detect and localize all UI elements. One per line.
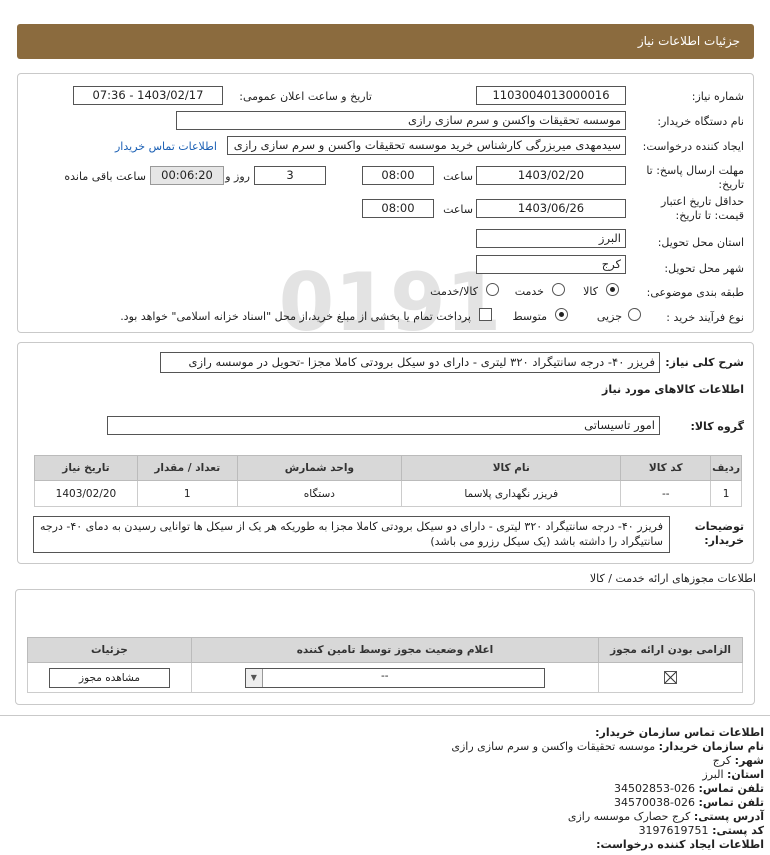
contact-phone-value: 026-34570038	[614, 796, 696, 809]
category-both-radio[interactable]	[486, 283, 499, 296]
remaining-time-field: 00:06:20	[150, 166, 224, 185]
goods-group-field: امور تاسیساتی	[107, 416, 660, 435]
province-field: البرز	[476, 229, 626, 248]
category-label: طبقه بندی موضوعی:	[646, 286, 744, 299]
deadline-time-label: ساعت	[443, 170, 473, 183]
page-title: جزئیات اطلاعات نیاز	[637, 34, 740, 48]
need-summary-field: فریزر ۴۰- درجه سانتیگراد ۳۲۰ لیتری - دار…	[160, 352, 660, 373]
col-qty: تعداد / مقدار	[136, 455, 238, 481]
days-field: 3	[254, 166, 326, 185]
contact-province-label: استان:	[727, 768, 764, 781]
col-date: تاریخ نیاز	[34, 455, 138, 481]
buyer-notes-field: فریزر ۴۰- درجه سانتیگراد ۳۲۰ لیتری - دار…	[33, 516, 670, 553]
category-goods-radio[interactable]	[606, 283, 619, 296]
cell-qty: 1	[136, 480, 238, 507]
creator-label: ایجاد کننده درخواست:	[642, 140, 744, 153]
contact-province-value: البرز	[702, 768, 724, 781]
contact-address-row: آدرس پستی: کرج حصارک موسسه رازی	[568, 810, 764, 823]
treasury-payment-checkbox[interactable]	[479, 308, 492, 321]
cell-code: --	[620, 480, 712, 507]
col-row: ردیف	[710, 455, 742, 481]
contact-province-row: استان: البرز	[702, 768, 764, 781]
validity-label: حداقل تاریخ اعتبار قیمت: تا تاریخ:	[660, 195, 744, 222]
process-medium-label: متوسط	[512, 310, 547, 323]
days-label: روز و	[225, 170, 250, 183]
contact-address-label: آدرس پستی:	[693, 810, 764, 823]
contact-fax-row: تلفن تماس: 026-34502853	[614, 782, 764, 795]
col-permit-status: اعلام وضعیت مجوز توسط تامین کننده	[190, 637, 600, 663]
permit-required-cell	[598, 662, 743, 693]
contact-info-link[interactable]: اطلاعات تماس خریدار	[115, 140, 217, 153]
contact-fax-value: 026-34502853	[614, 782, 696, 795]
goods-info-title: اطلاعات کالاهای مورد نیاز	[602, 383, 744, 396]
category-service-label: خدمت	[514, 285, 544, 298]
cell-row: 1	[710, 480, 742, 507]
province-label: استان محل تحویل:	[657, 236, 744, 249]
need-number-label: شماره نیاز:	[691, 90, 744, 103]
page-title-bar: جزئیات اطلاعات نیاز	[17, 24, 754, 59]
col-unit: واحد شمارش	[236, 455, 403, 481]
permit-required-checkbox	[664, 671, 678, 684]
need-number-field: 1103004013000016	[476, 86, 626, 105]
buyer-org-label: نام دستگاه خریدار:	[657, 115, 744, 128]
permits-table: الزامی بودن ارائه مجوز اعلام وضعیت مجوز …	[27, 637, 743, 693]
contact-postal-row: کد پستی: 3197619751	[639, 824, 764, 837]
validity-date-field: 1403/06/26	[476, 199, 626, 218]
deadline-time-field: 08:00	[362, 166, 434, 185]
table-row: ▼ -- مشاهده مجوز	[27, 662, 743, 693]
contact-org-value: موسسه تحقیقات واکسن و سرم سازی رازی	[451, 740, 656, 753]
contact-org-row: نام سازمان خریدار: موسسه تحقیقات واکسن و…	[451, 740, 764, 753]
table-row: 1 -- فریزر نگهداری پلاسما دستگاه 1 1403/…	[34, 480, 742, 507]
permits-title: اطلاعات مجوزهای ارائه خدمت / کالا	[589, 572, 756, 585]
permit-status-cell: ▼ --	[190, 662, 600, 693]
buyer-notes-label: توضیحات خریدار:	[694, 520, 744, 547]
creator-field: سیدمهدی میربزرگی کارشناس خرید موسسه تحقی…	[227, 136, 626, 155]
cell-unit: دستگاه	[236, 480, 403, 507]
view-permit-button[interactable]: مشاهده مجوز	[49, 668, 170, 688]
contact-phone-label: تلفن تماس:	[698, 796, 764, 809]
process-partial-radio[interactable]	[628, 308, 641, 321]
permit-status-select[interactable]: ▼ --	[244, 668, 545, 688]
validity-time-field: 08:00	[362, 199, 434, 218]
contact-postal-label: کد پستی:	[712, 824, 764, 837]
process-label: نوع فرآیند خرید :	[666, 311, 744, 324]
goods-group-label: گروه کالا:	[690, 420, 744, 433]
items-table-header: ردیف کد کالا نام کالا واحد شمارش تعداد /…	[34, 455, 742, 481]
category-goods-label: کالا	[583, 285, 598, 298]
contact-city-value: کرج	[712, 754, 732, 767]
col-code: کد کالا	[620, 455, 712, 481]
items-table: ردیف کد کالا نام کالا واحد شمارش تعداد /…	[34, 455, 742, 507]
process-partial-label: جزیی	[596, 310, 622, 323]
deadline-date-field: 1403/02/20	[476, 166, 626, 185]
permits-table-header: الزامی بودن ارائه مجوز اعلام وضعیت مجوز …	[27, 637, 743, 663]
validity-time-label: ساعت	[443, 203, 473, 216]
remaining-label: ساعت باقی مانده	[64, 170, 146, 183]
contact-city-label: شهر:	[734, 754, 764, 767]
col-name: نام کالا	[401, 455, 622, 481]
permit-details-cell: مشاهده مجوز	[27, 662, 192, 693]
contact-city-row: شهر: کرج	[713, 754, 764, 767]
cell-date: 1403/02/20	[34, 480, 138, 507]
contact-title: اطلاعات تماس سازمان خریدار:	[595, 726, 764, 739]
payment-note: پرداخت تمام یا بخشی از مبلغ خرید،از محل …	[120, 310, 471, 323]
announce-label: تاریخ و ساعت اعلان عمومی:	[239, 90, 372, 103]
contact-postal-value: 3197619751	[638, 824, 709, 837]
col-permit-details: جزئیات	[27, 637, 192, 663]
city-label: شهر محل تحویل:	[664, 262, 744, 275]
city-field: کرج	[476, 255, 626, 274]
category-service-radio[interactable]	[552, 283, 565, 296]
cell-name: فریزر نگهداری پلاسما	[401, 480, 622, 507]
contact-phone-row: تلفن تماس: 026-34570038	[614, 796, 764, 809]
process-medium-radio[interactable]	[555, 308, 568, 321]
contact-fax-label: تلفن تماس:	[698, 782, 764, 795]
announce-field: 1403/02/17 - 07:36	[73, 86, 223, 105]
col-permit-required: الزامی بودن ارائه مجوز	[598, 637, 743, 663]
contact-address-value: کرج حصارک موسسه رازی	[567, 810, 691, 823]
deadline-label: مهلت ارسال پاسخ: تا تاریخ:	[646, 164, 744, 191]
contact-org-label: نام سازمان خریدار:	[658, 740, 764, 753]
buyer-org-field: موسسه تحقیقات واکسن و سرم سازی رازی	[176, 111, 626, 130]
need-summary-label: شرح کلی نیاز:	[665, 356, 744, 369]
permit-status-value: --	[381, 670, 389, 682]
category-both-label: کالا/خدمت	[430, 285, 478, 298]
